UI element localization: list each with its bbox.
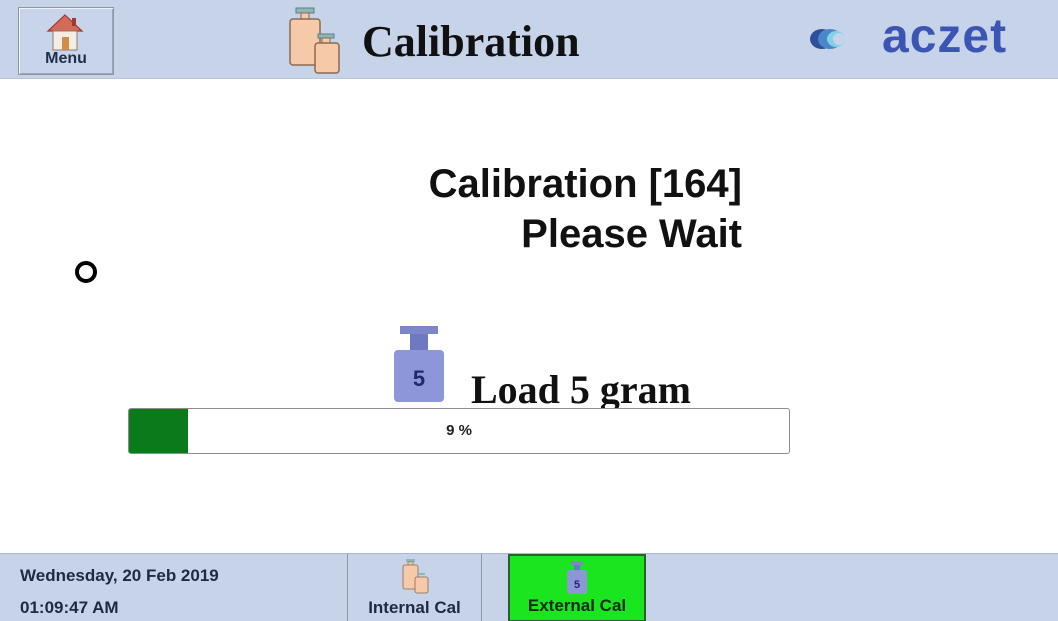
calibration-status-title: Calibration [164] (428, 162, 742, 206)
internal-cal-label: Internal Cal (368, 598, 461, 617)
busy-ring-icon (75, 261, 97, 283)
menu-label: Menu (45, 50, 87, 67)
external-cal-button[interactable]: 5 External Cal (508, 554, 646, 621)
external-cal-weight-value: 5 (574, 579, 580, 591)
footer-bar: Wednesday, 20 Feb 2019 01:09:47 AM Inter… (0, 553, 1058, 621)
menu-button[interactable]: Menu (18, 7, 114, 75)
home-icon (46, 14, 84, 51)
page-title: Calibration (362, 17, 580, 66)
progress-label: 9 % (446, 422, 472, 439)
brand-name: aczet (882, 10, 1008, 63)
load-instruction: Load 5 gram (471, 367, 691, 412)
time-display: 01:09:47 AM (20, 598, 119, 617)
aczet-logo-icon (810, 29, 845, 49)
internal-cal-button[interactable]: Internal Cal (347, 554, 482, 621)
weight-value-label: 5 (413, 366, 425, 391)
calibration-screen: Menu Calibration aczet Calibration [164]… (0, 0, 1058, 621)
calibration-progress-bar: 9 % (128, 408, 790, 454)
please-wait-message: Please Wait (521, 212, 742, 256)
weight-5-icon: 5 (567, 561, 587, 594)
header-bar: Menu Calibration aczet (0, 0, 1058, 79)
external-cal-label: External Cal (527, 596, 627, 615)
weights-icon (402, 559, 428, 594)
weight-5-icon: 5 (394, 326, 444, 402)
weights-icon (289, 7, 340, 74)
date-display: Wednesday, 20 Feb 2019 (20, 566, 219, 585)
